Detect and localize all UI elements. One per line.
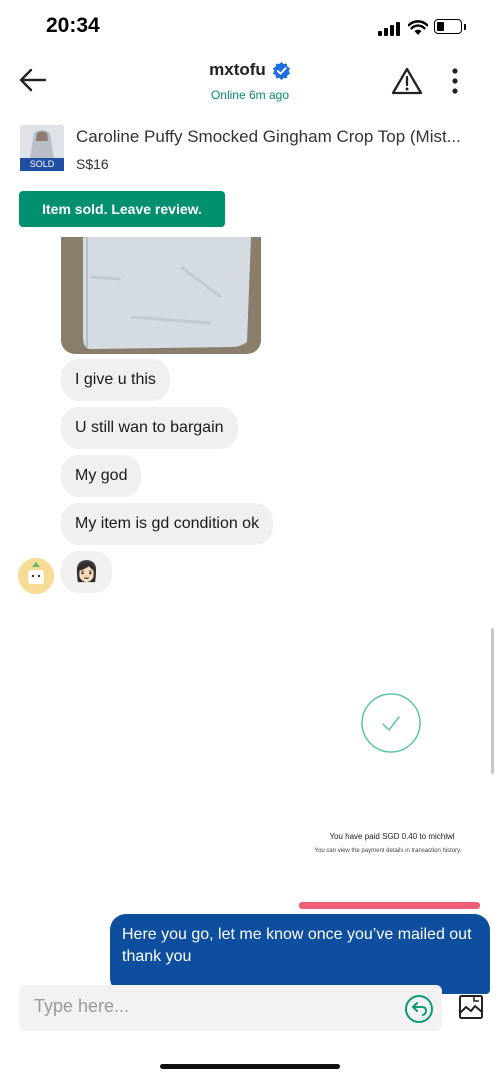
online-status: Online 6m ago — [210, 88, 290, 102]
image-upload-icon[interactable] — [457, 993, 485, 1021]
message-bubble: My god — [61, 455, 142, 497]
payment-subtitle: You can view the payment details in tran… — [314, 848, 462, 854]
verified-badge-icon — [272, 61, 290, 80]
sold-badge: SOLD — [20, 158, 64, 171]
parcel-photo-icon — [61, 237, 261, 354]
message-photo[interactable] — [61, 237, 261, 354]
message-bubble: U still wan to bargain — [61, 407, 238, 449]
avatar-image-icon — [18, 558, 54, 594]
wifi-icon — [408, 20, 428, 35]
chat-header: mxtofu — [0, 60, 500, 80]
message-bubble-emoji: 👩🏻 — [61, 551, 112, 593]
payment-accent-bar — [299, 902, 480, 909]
leave-review-button[interactable]: Item sold. Leave review. — [19, 191, 225, 227]
battery-cap — [464, 24, 466, 30]
listing-price: S$16 — [76, 156, 109, 172]
username[interactable]: mxtofu — [209, 60, 266, 80]
checkmark-circle-icon — [361, 693, 421, 753]
message-bubble: I give u this — [61, 359, 170, 401]
make-offer-icon[interactable] — [404, 994, 434, 1024]
home-indicator — [160, 1064, 340, 1069]
outgoing-message-bubble: Here you go, let me know once you’ve mai… — [110, 914, 490, 994]
payment-confirmation: You have paid SGD 0.40 to michlwl — [329, 832, 455, 841]
scrollbar[interactable] — [491, 628, 494, 774]
message-input-placeholder[interactable]: Type here... — [34, 996, 129, 1017]
more-vertical-icon[interactable] — [448, 66, 462, 96]
message-bubble: My item is gd condition ok — [61, 503, 274, 545]
battery-icon — [434, 19, 462, 34]
cellular-signal-icon — [378, 22, 402, 36]
seller-avatar[interactable] — [18, 558, 54, 594]
listing-title[interactable]: Caroline Puffy Smocked Gingham Crop Top … — [76, 127, 486, 147]
warning-icon[interactable] — [391, 66, 423, 96]
status-time: 20:34 — [46, 14, 100, 37]
